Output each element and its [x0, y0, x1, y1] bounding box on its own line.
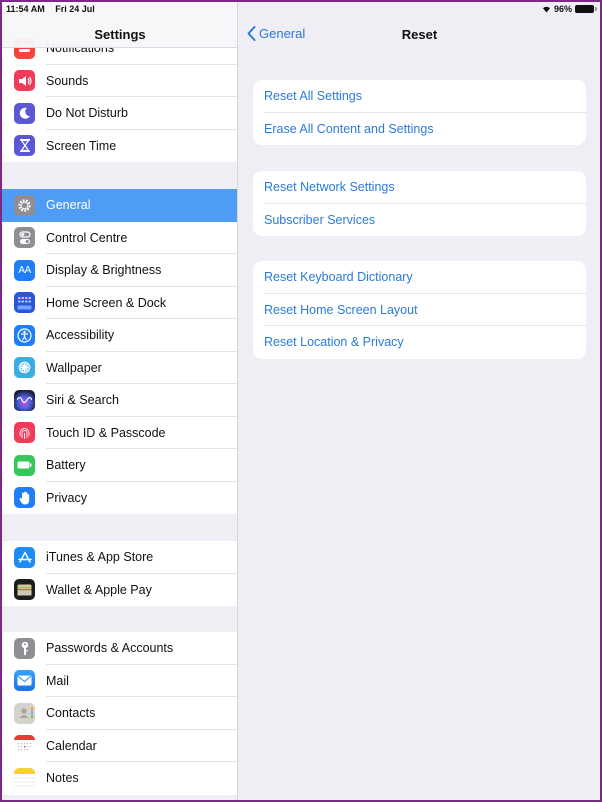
sidebar-item-accessibility[interactable]: Accessibility [2, 319, 237, 352]
status-time: 11:54 AM [6, 4, 45, 14]
app-store-icon [14, 546, 35, 568]
sidebar-item-screen-time[interactable]: Screen Time [2, 130, 237, 163]
status-date: Fri 24 Jul [55, 4, 95, 14]
sidebar-item-mail[interactable]: Mail [2, 665, 237, 698]
sidebar-item-label: Control Centre [46, 230, 128, 245]
sidebar-title: Settings [94, 27, 146, 42]
speaker-icon [14, 70, 35, 92]
notes-icon [14, 767, 35, 789]
wallet-icon [14, 579, 35, 601]
sidebar-item-label: Contacts [46, 706, 96, 721]
sidebar-item-itunes-app-store[interactable]: iTunes & App Store [2, 541, 237, 574]
sidebar-item-battery[interactable]: Battery [2, 449, 237, 482]
erase-all-content-button[interactable]: Erase All Content and Settings [253, 113, 586, 146]
reset-group-1: Reset All Settings Erase All Content and… [253, 80, 586, 145]
sidebar-item-privacy[interactable]: Privacy [2, 482, 237, 515]
sidebar-item-label: Touch ID & Passcode [46, 425, 166, 440]
sidebar-item-label: Display & Brightness [46, 263, 162, 278]
sidebar-item-label: iTunes & App Store [46, 550, 154, 565]
moon-icon [14, 102, 35, 124]
sidebar-item-contacts[interactable]: Contacts [2, 697, 237, 730]
settings-group-store: iTunes & App Store Wallet & Apple Pay [2, 541, 237, 607]
ipad-screen: 11:54 AM Fri 24 Jul 96% Settings Notific… [2, 2, 600, 800]
sidebar-item-calendar[interactable]: Calendar [2, 730, 237, 763]
subscriber-services-button[interactable]: Subscriber Services [253, 204, 586, 237]
sidebar-item-label: Home Screen & Dock [46, 295, 167, 310]
sidebar-item-label: Wallet & Apple Pay [46, 582, 152, 597]
sidebar-item-label: Mail [46, 673, 69, 688]
mail-icon [14, 670, 35, 692]
sidebar-item-label: Sounds [46, 73, 89, 88]
sidebar-item-label: Screen Time [46, 138, 117, 153]
sidebar-item-label: Calendar [46, 738, 97, 753]
sidebar-item-label: General [46, 198, 91, 213]
reset-keyboard-dictionary-button[interactable]: Reset Keyboard Dictionary [253, 261, 586, 294]
settings-group-notifications: Notifications Sounds Do Not Disturb Scre… [2, 32, 237, 163]
status-bar: 11:54 AM Fri 24 Jul 96% [2, 2, 600, 18]
reset-detail-pane: General Reset Reset All Settings Erase A… [239, 2, 600, 800]
sidebar-item-notes[interactable]: Notes [2, 762, 237, 795]
sidebar-item-wallet-apple-pay[interactable]: Wallet & Apple Pay [2, 574, 237, 607]
settings-group-general: General Control Centre AA Display & Brig… [2, 189, 237, 515]
battery-app-icon [14, 454, 35, 476]
reset-network-settings-button[interactable]: Reset Network Settings [253, 171, 586, 204]
calendar-icon [14, 735, 35, 757]
hand-icon [14, 487, 35, 509]
reset-home-screen-layout-button[interactable]: Reset Home Screen Layout [253, 294, 586, 327]
sidebar-item-general[interactable]: General [2, 189, 237, 222]
key-icon [14, 637, 35, 659]
sidebar-item-do-not-disturb[interactable]: Do Not Disturb [2, 97, 237, 130]
hourglass-icon [14, 135, 35, 157]
sidebar-item-label: Notes [46, 771, 79, 786]
reset-location-privacy-button[interactable]: Reset Location & Privacy [253, 326, 586, 359]
sidebar-item-sounds[interactable]: Sounds [2, 65, 237, 98]
sidebar-item-label: Wallpaper [46, 360, 102, 375]
settings-sidebar: Settings Notifications Sounds Do Not Dis… [2, 2, 238, 800]
toggles-icon [14, 227, 35, 249]
flower-icon [14, 357, 35, 379]
gear-icon [14, 194, 35, 216]
battery-icon [575, 5, 597, 13]
accessibility-icon [14, 324, 35, 346]
page-title: Reset [401, 27, 438, 42]
sidebar-item-display-brightness[interactable]: AA Display & Brightness [2, 254, 237, 287]
battery-percent: 96% [553, 4, 572, 14]
reset-group-2: Reset Network Settings Subscriber Servic… [253, 171, 586, 236]
sidebar-item-touch-id-passcode[interactable]: Touch ID & Passcode [2, 417, 237, 450]
sidebar-item-siri-search[interactable]: Siri & Search [2, 384, 237, 417]
wifi-icon [542, 5, 551, 13]
sidebar-item-control-centre[interactable]: Control Centre [2, 222, 237, 255]
sidebar-item-home-screen-dock[interactable]: Home Screen & Dock [2, 287, 237, 320]
siri-icon [14, 389, 35, 411]
sidebar-item-label: Accessibility [46, 328, 115, 343]
reset-group-3: Reset Keyboard Dictionary Reset Home Scr… [253, 261, 586, 359]
reset-all-settings-button[interactable]: Reset All Settings [253, 80, 586, 113]
sidebar-item-label: Do Not Disturb [46, 106, 128, 121]
settings-group-accounts: Passwords & Accounts Mail Contacts Calen… [2, 632, 237, 795]
sidebar-item-label: Privacy [46, 490, 87, 505]
home-grid-icon [14, 292, 35, 314]
sidebar-item-wallpaper[interactable]: Wallpaper [2, 352, 237, 385]
fingerprint-icon [14, 422, 35, 444]
sidebar-item-label: Battery [46, 458, 86, 473]
contacts-icon [14, 702, 35, 724]
sidebar-item-label: Passwords & Accounts [46, 641, 174, 656]
text-size-icon: AA [14, 259, 35, 281]
sidebar-item-label: Siri & Search [46, 393, 119, 408]
sidebar-item-passwords-accounts[interactable]: Passwords & Accounts [2, 632, 237, 665]
